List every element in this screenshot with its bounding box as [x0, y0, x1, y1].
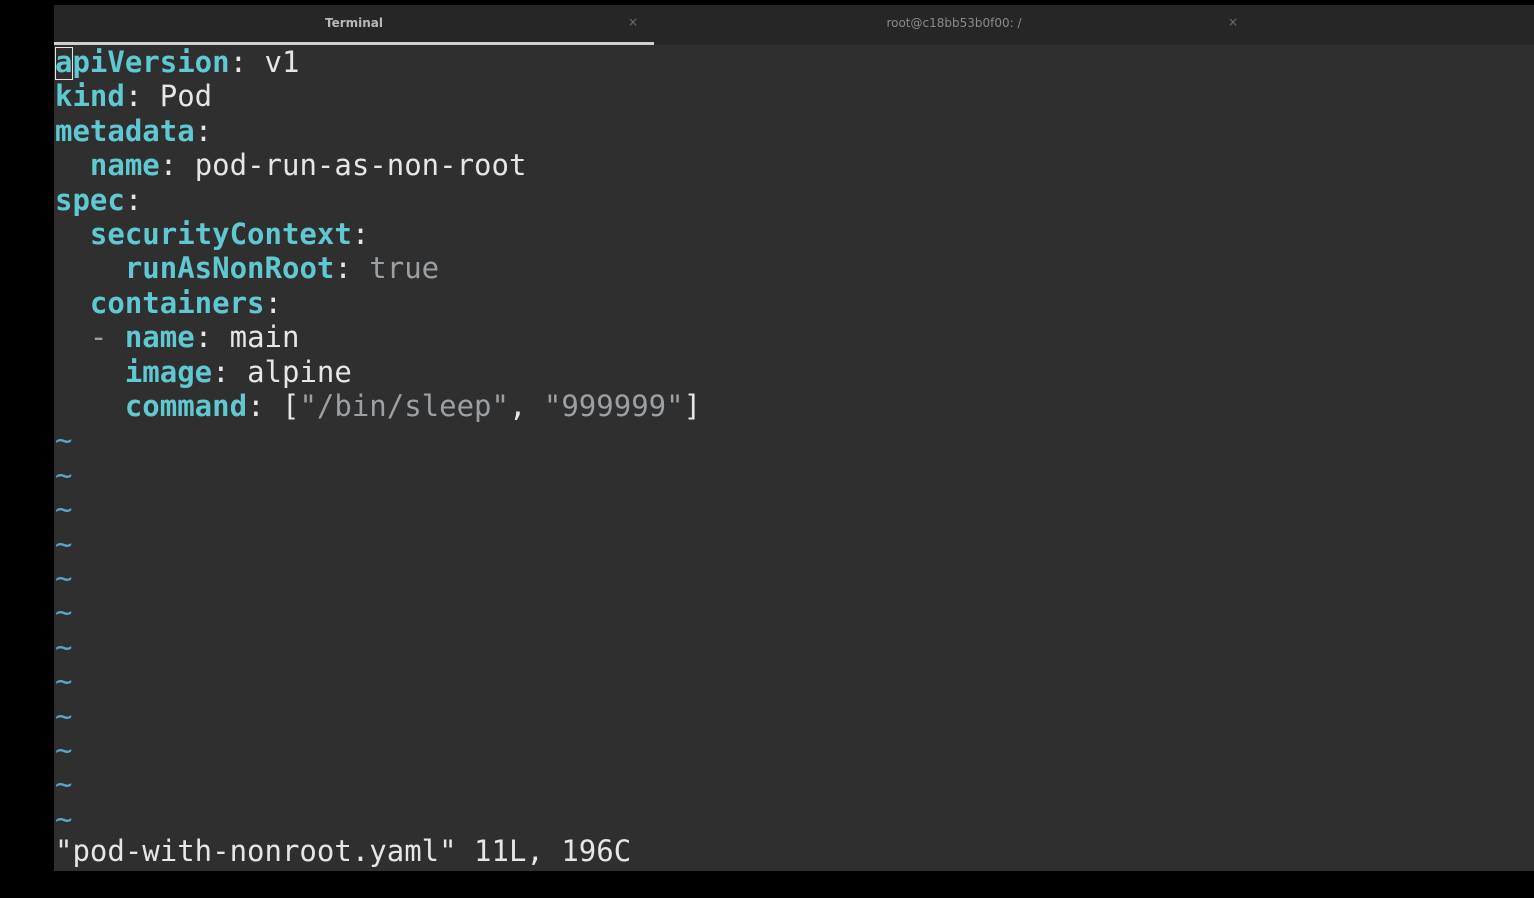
code-line: metadata:: [55, 114, 212, 148]
code-line: apiVersion: v1: [55, 45, 299, 79]
yaml-key: securityContext: [89, 217, 352, 251]
yaml-value: alpine: [247, 354, 352, 389]
vim-editor[interactable]: "pod-with-nonroot.yaml" 11L, 196C apiVer…: [54, 45, 1534, 871]
yaml-string: "/bin/sleep": [299, 389, 509, 423]
yaml-key: name: [124, 320, 195, 355]
yaml-separator: :: [351, 217, 370, 251]
yaml-value: main: [229, 320, 300, 355]
status-line: "pod-with-nonroot.yaml" 11L, 196C: [55, 834, 632, 868]
yaml-separator: :: [264, 285, 282, 320]
yaml-value: Pod: [159, 79, 213, 114]
array-separator: ,: [508, 389, 544, 423]
empty-line-marker: ~: [55, 492, 73, 527]
bracket: ]: [683, 389, 702, 423]
empty-line-marker: ~: [55, 595, 73, 630]
yaml-key: spec: [55, 182, 125, 217]
yaml-separator: :: [159, 148, 195, 183]
yaml-value: v1: [264, 45, 300, 79]
empty-line-marker: ~: [55, 801, 73, 836]
yaml-key: containers: [89, 285, 265, 320]
yaml-value: pod-run-as-non-root: [194, 148, 527, 183]
yaml-key: metadata: [55, 113, 195, 148]
yaml-separator: :: [194, 320, 230, 355]
code-line: command: ["/bin/sleep", "999999"]: [55, 389, 701, 423]
tab-label: root@c18bb53b0f00: /: [886, 16, 1022, 30]
code-line: runAsNonRoot: true: [55, 251, 439, 285]
bracket: [: [281, 389, 300, 423]
empty-line-marker: ~: [55, 767, 73, 802]
code-line: image: alpine: [55, 355, 352, 389]
empty-line-marker: ~: [55, 733, 73, 767]
code-line: kind: Pod: [55, 79, 212, 113]
code-line: spec:: [55, 183, 142, 217]
list-marker: -: [89, 320, 125, 355]
code-line: securityContext:: [55, 217, 369, 251]
yaml-separator: :: [124, 79, 160, 114]
tab-bar: Terminal × root@c18bb53b0f00: / ×: [54, 5, 1534, 45]
empty-line-marker: ~: [55, 526, 73, 561]
terminal-window: Terminal × root@c18bb53b0f00: / × "pod-w…: [54, 5, 1534, 871]
yaml-separator: :: [229, 45, 265, 79]
yaml-separator: :: [194, 113, 213, 148]
empty-line-marker: ~: [55, 664, 73, 699]
yaml-key: name: [89, 148, 160, 183]
yaml-key: runAsNonRoot: [124, 251, 335, 286]
empty-line-marker: ~: [55, 629, 73, 664]
empty-line-marker: ~: [55, 698, 73, 733]
empty-line-marker: ~: [55, 457, 73, 492]
tab-label: Terminal: [324, 16, 384, 30]
yaml-separator: :: [124, 182, 143, 217]
close-icon[interactable]: ×: [1228, 15, 1238, 29]
tab-terminal[interactable]: Terminal ×: [54, 5, 654, 45]
yaml-separator: :: [247, 389, 282, 423]
empty-line-marker: ~: [55, 423, 73, 458]
yaml-value: true: [369, 251, 440, 286]
close-icon[interactable]: ×: [628, 15, 638, 29]
yaml-key: command: [124, 389, 248, 423]
yaml-separator: :: [212, 354, 248, 389]
code-line: name: pod-run-as-non-root: [55, 148, 527, 183]
empty-line-marker: ~: [55, 561, 73, 595]
yaml-key: image: [124, 354, 213, 389]
code-line: containers:: [55, 286, 282, 320]
code-line: - name: main: [55, 320, 300, 355]
yaml-key: apiVersion: [55, 45, 230, 79]
yaml-separator: :: [334, 251, 370, 286]
yaml-key: kind: [55, 79, 125, 114]
tab-root-shell[interactable]: root@c18bb53b0f00: / ×: [654, 5, 1254, 45]
yaml-string: "999999": [543, 389, 684, 423]
